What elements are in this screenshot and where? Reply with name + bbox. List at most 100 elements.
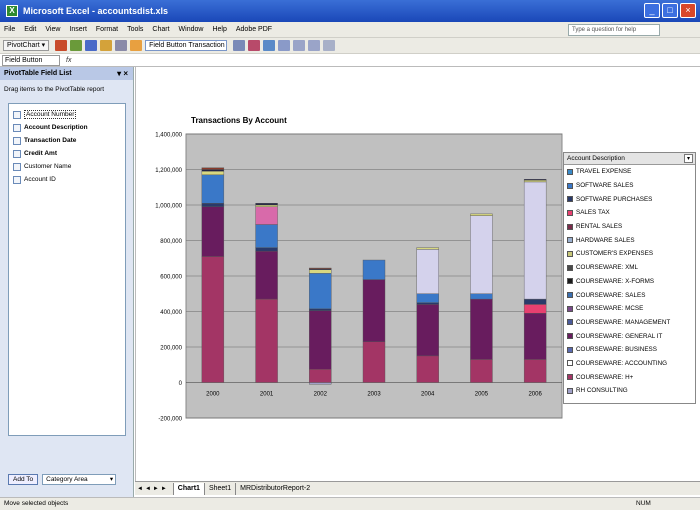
angle-text-icon[interactable] — [323, 40, 336, 51]
bar-segment[interactable] — [416, 302, 439, 305]
settings-icon[interactable] — [115, 40, 128, 51]
bar-segment[interactable] — [523, 179, 547, 183]
bar-segment[interactable] — [309, 269, 332, 274]
legend-item[interactable]: SOFTWARE PURCHASES — [564, 192, 695, 206]
legend-item[interactable]: COURSEWARE: MCSE — [564, 302, 695, 316]
menu-window[interactable]: Window — [179, 26, 204, 33]
legend-item[interactable]: HARDWARE SALES — [564, 233, 695, 247]
bar-segment[interactable] — [523, 304, 547, 314]
legend-header[interactable]: Account Description ▾ — [564, 153, 695, 165]
bar-segment[interactable] — [309, 382, 332, 385]
legend-item[interactable]: COURSEWARE: SALES — [564, 288, 695, 302]
legend-item[interactable]: CUSTOMER'S EXPENSES — [564, 247, 695, 261]
help-search-input[interactable]: Type a question for help — [568, 24, 660, 36]
field-item-customer-name[interactable]: Customer Name — [13, 160, 121, 173]
bar-segment[interactable] — [470, 293, 493, 300]
chart-wizard-icon[interactable] — [70, 40, 83, 51]
bar-segment[interactable] — [201, 203, 225, 207]
bar-segment[interactable] — [255, 206, 278, 225]
bar-segment[interactable] — [255, 250, 278, 300]
bar-segment[interactable] — [470, 213, 493, 216]
field-item-account-description[interactable]: Account Description — [13, 121, 121, 134]
by-column-icon[interactable] — [308, 40, 321, 51]
menu-help[interactable]: Help — [212, 26, 226, 33]
tab-mrdistributor-report[interactable]: MRDistributorReport-2 — [235, 482, 314, 495]
legend-item[interactable]: RENTAL SALES — [564, 220, 695, 234]
bar-segment[interactable] — [362, 341, 386, 383]
name-box[interactable]: Field Button — [2, 54, 60, 66]
bar-segment[interactable] — [309, 368, 332, 383]
add-to-button[interactable]: Add To — [8, 474, 39, 485]
refresh-icon[interactable] — [100, 40, 113, 51]
bar-segment[interactable] — [201, 171, 225, 176]
hide-fields-icon[interactable] — [85, 40, 98, 51]
menu-edit[interactable]: Edit — [24, 26, 36, 33]
bar-segment[interactable] — [362, 279, 386, 342]
pivotchart-menu-button[interactable]: PivotChart ▾ — [3, 40, 50, 51]
legend-item[interactable]: COURSEWARE: ACCOUNTING — [564, 357, 695, 371]
bar-segment[interactable] — [255, 224, 278, 248]
menu-format[interactable]: Format — [96, 26, 118, 33]
bar-segment[interactable] — [523, 359, 547, 383]
menu-insert[interactable]: Insert — [69, 26, 87, 33]
menu-adobe-pdf[interactable]: Adobe PDF — [236, 26, 272, 33]
bar-segment[interactable] — [416, 249, 439, 294]
legend-item[interactable]: TRAVEL EXPENSE — [564, 165, 695, 179]
chart-legend[interactable]: Account Description ▾ TRAVEL EXPENSE SOFT… — [563, 152, 696, 404]
bar-segment[interactable] — [309, 310, 332, 370]
format-icon[interactable] — [55, 40, 68, 51]
legend-item[interactable]: SOFTWARE SALES — [564, 179, 695, 193]
bar-segment[interactable] — [523, 313, 547, 360]
field-item-account-id[interactable]: Account ID — [13, 173, 121, 186]
bar-segment[interactable] — [416, 293, 439, 303]
chart-object-select[interactable]: Field Button Transaction ▾ — [145, 40, 228, 51]
bar-segment[interactable] — [470, 298, 493, 360]
area-select[interactable]: Category Area — [42, 474, 117, 485]
menu-tools[interactable]: Tools — [127, 26, 143, 33]
data-table-icon[interactable] — [278, 40, 291, 51]
minimize-icon[interactable]: _ — [644, 3, 660, 18]
bar-segment[interactable] — [309, 273, 332, 310]
menu-file[interactable]: File — [4, 26, 15, 33]
bar-segment[interactable] — [201, 167, 225, 170]
legend-item[interactable]: COURSEWARE: GENERAL IT — [564, 329, 695, 343]
bar-segment[interactable] — [470, 359, 493, 383]
field-list-icon[interactable] — [130, 40, 143, 51]
pane-close-icon[interactable]: ▾ × — [117, 67, 128, 80]
bar-segment[interactable] — [255, 298, 278, 383]
legend-item[interactable]: COURSEWARE: H+ — [564, 370, 695, 384]
bar-segment[interactable] — [523, 181, 547, 300]
tab-sheet1[interactable]: Sheet1 — [203, 482, 235, 495]
field-item-transaction-date[interactable]: Transaction Date — [13, 134, 121, 147]
bar-segment[interactable] — [255, 204, 278, 207]
legend-item[interactable]: COURSEWARE: BUSINESS — [564, 343, 695, 357]
tab-scroll-arrows-icon[interactable]: ◄◄►► — [137, 486, 169, 492]
menu-view[interactable]: View — [45, 26, 60, 33]
legend-item[interactable]: SALES TAX — [564, 206, 695, 220]
menu-chart[interactable]: Chart — [152, 26, 169, 33]
field-item-credit-amt[interactable]: Credit Amt — [13, 147, 121, 160]
close-icon[interactable]: × — [680, 3, 696, 18]
bar-segment[interactable] — [201, 169, 225, 172]
legend-item[interactable]: RH CONSULTING — [564, 384, 695, 398]
tab-chart1[interactable]: Chart1 — [172, 482, 204, 495]
bar-segment[interactable] — [470, 215, 493, 294]
legend-item[interactable]: COURSEWARE: MANAGEMENT — [564, 316, 695, 330]
legend-item[interactable]: COURSEWARE: XML — [564, 261, 695, 275]
bar-segment[interactable] — [201, 206, 225, 257]
maximize-icon[interactable]: □ — [662, 3, 678, 18]
bar-segment[interactable] — [255, 203, 278, 206]
bar-segment[interactable] — [416, 355, 439, 383]
chart-type-icon[interactable] — [248, 40, 261, 51]
bar-segment[interactable] — [201, 256, 225, 383]
bar-segment[interactable] — [362, 259, 386, 280]
legend-dropdown-icon[interactable]: ▾ — [684, 154, 693, 163]
bar-segment[interactable] — [416, 247, 439, 250]
bar-segment[interactable] — [309, 267, 332, 270]
fx-icon[interactable]: fx — [66, 57, 71, 64]
bar-segment[interactable] — [255, 247, 278, 252]
legend-icon[interactable] — [263, 40, 276, 51]
format-selection-icon[interactable] — [233, 40, 246, 51]
bar-segment[interactable] — [416, 304, 439, 357]
legend-item[interactable]: COURSEWARE: X-FORMS — [564, 275, 695, 289]
